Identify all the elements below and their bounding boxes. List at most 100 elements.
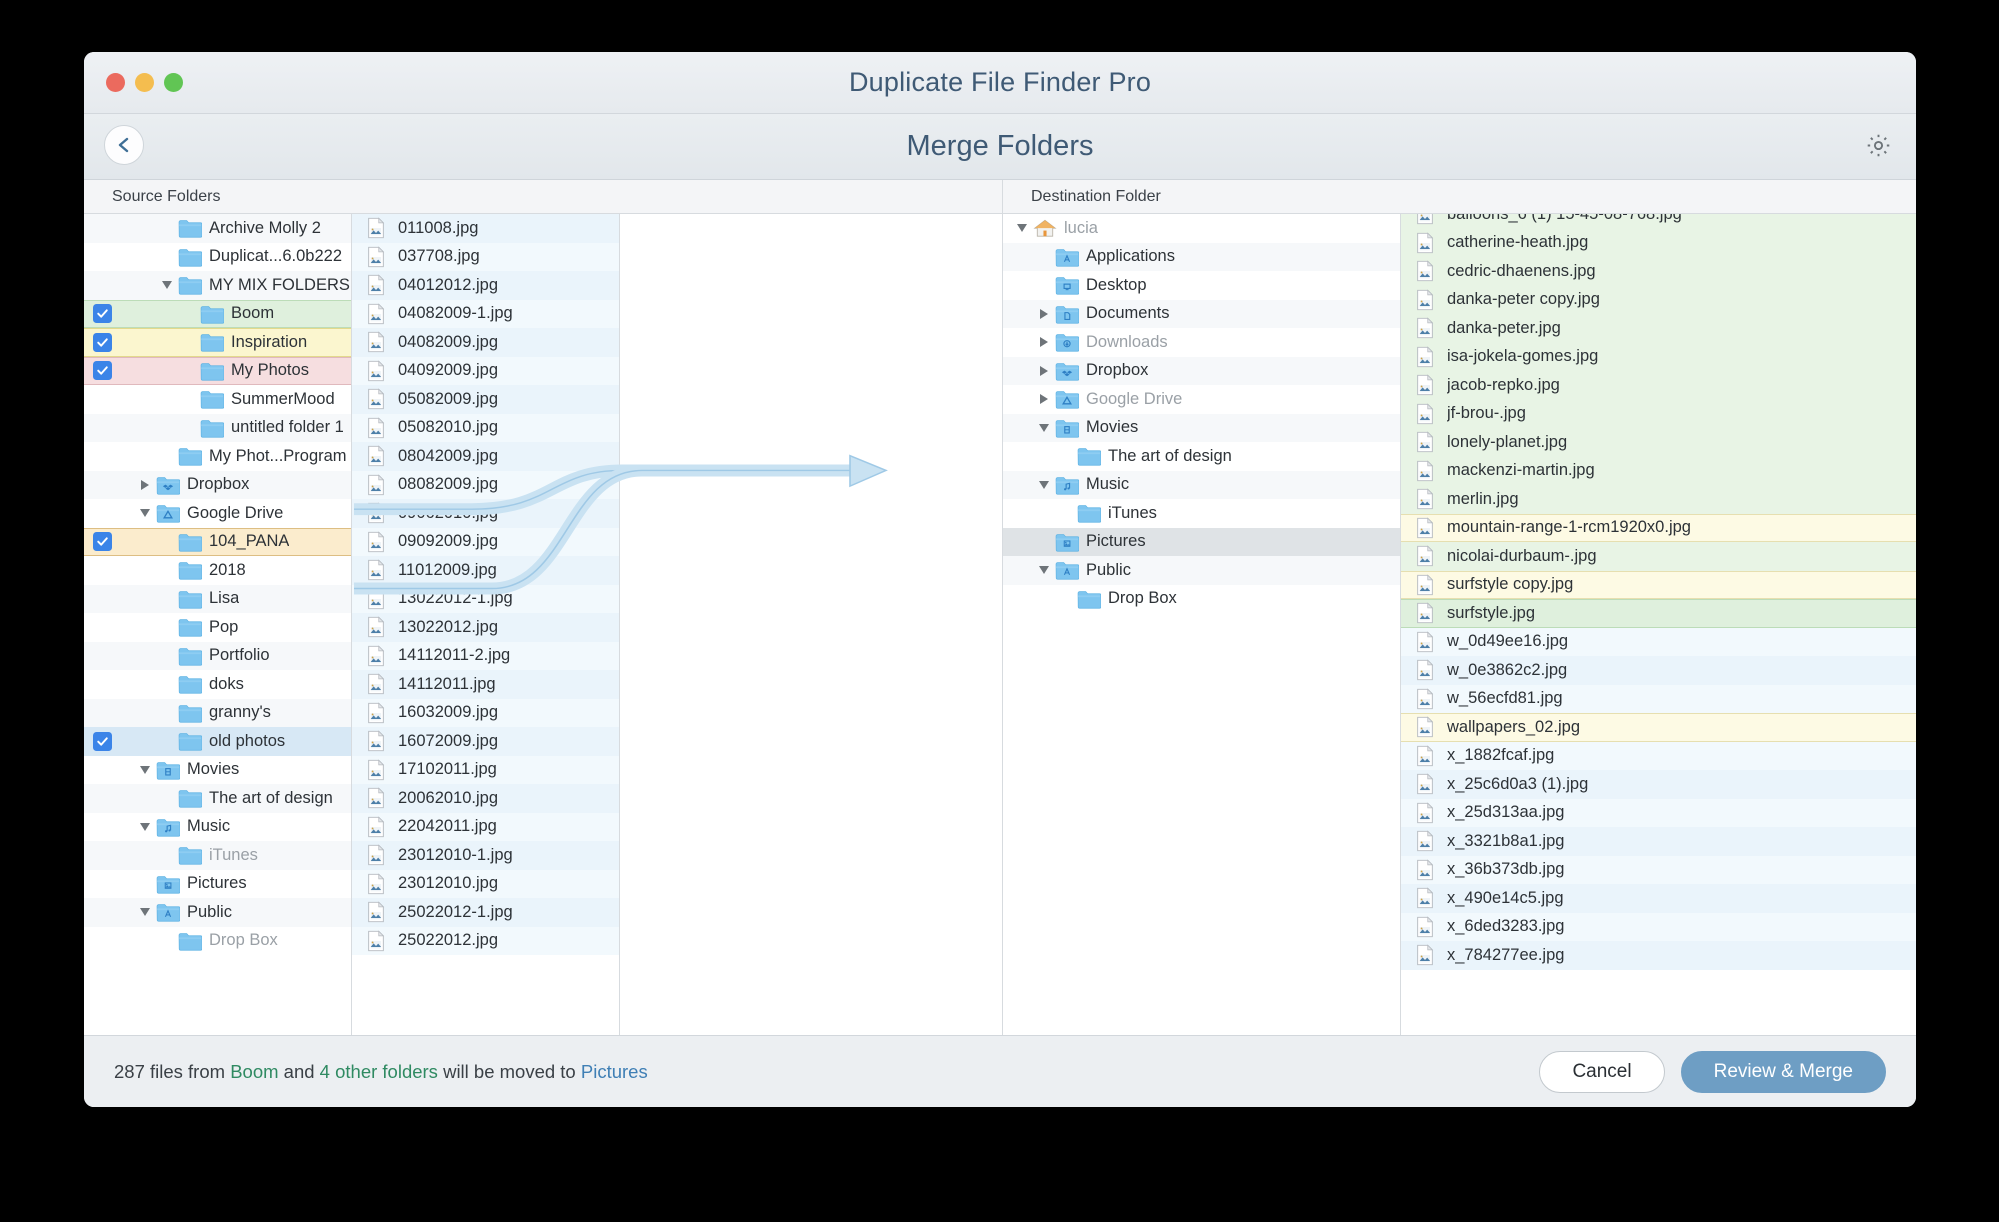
destination-folder-row[interactable]: The art of design — [1003, 442, 1400, 471]
destination-file-row[interactable]: nicolai-durbaum-.jpg — [1401, 542, 1916, 571]
source-file-row[interactable]: 25022012-1.jpg — [352, 898, 619, 927]
source-file-row[interactable]: 14112011-2.jpg — [352, 641, 619, 670]
chevron-right-icon[interactable] — [1033, 394, 1055, 405]
destination-folder-row[interactable]: Drop Box — [1003, 584, 1400, 613]
source-file-row[interactable]: 22042011.jpg — [352, 812, 619, 841]
destination-folder-row[interactable]: lucia — [1003, 214, 1400, 243]
destination-file-row[interactable]: x_490e14c5.jpg — [1401, 884, 1916, 913]
source-folder-row[interactable]: Portfolio — [84, 641, 351, 670]
source-folder-row[interactable]: Inspiration — [84, 328, 351, 357]
source-folder-row[interactable]: Drop Box — [84, 926, 351, 955]
row-checkbox[interactable] — [93, 731, 112, 751]
destination-folder-tree[interactable]: lucia Applications Desktop Documents Downloa… — [1003, 214, 1401, 1035]
source-file-row[interactable]: 16072009.jpg — [352, 727, 619, 756]
chevron-down-icon[interactable] — [1011, 224, 1033, 233]
source-file-row[interactable]: 23012010-1.jpg — [352, 841, 619, 870]
destination-file-row[interactable]: lonely-planet.jpg — [1401, 428, 1916, 457]
source-folder-row[interactable]: The art of design — [84, 784, 351, 813]
source-file-row[interactable]: 011008.jpg — [352, 214, 619, 243]
source-folder-row[interactable]: doks — [84, 670, 351, 699]
destination-file-row[interactable]: catherine-heath.jpg — [1401, 228, 1916, 257]
source-folder-row[interactable]: 104_PANA — [84, 527, 351, 556]
source-folder-row[interactable]: Google Drive — [84, 499, 351, 528]
source-folder-row[interactable]: Lisa — [84, 584, 351, 613]
destination-file-row[interactable]: jf-brou-.jpg — [1401, 399, 1916, 428]
destination-file-row[interactable]: mackenzi-martin.jpg — [1401, 456, 1916, 485]
chevron-down-icon[interactable] — [1033, 566, 1055, 575]
destination-file-row[interactable]: isa-jokela-gomes.jpg — [1401, 342, 1916, 371]
chevron-right-icon[interactable] — [1033, 308, 1055, 319]
source-folder-row[interactable]: My Phot...Program — [84, 442, 351, 471]
source-file-row[interactable]: 13022012-1.jpg — [352, 584, 619, 613]
chevron-right-icon[interactable] — [1033, 365, 1055, 376]
source-file-row[interactable]: 13022012.jpg — [352, 613, 619, 642]
source-file-row[interactable]: 04012012.jpg — [352, 271, 619, 300]
destination-file-row[interactable]: x_784277ee.jpg — [1401, 941, 1916, 970]
source-folder-row[interactable]: old photos — [84, 727, 351, 756]
back-button[interactable] — [104, 125, 144, 165]
destination-folder-row[interactable]: Desktop — [1003, 271, 1400, 300]
destination-file-list[interactable]: balloons_6 (1) 15-45-08-768.jpg catherine… — [1401, 214, 1916, 1035]
destination-file-row[interactable]: w_56ecfd81.jpg — [1401, 684, 1916, 713]
close-button[interactable] — [106, 73, 125, 92]
destination-file-row[interactable]: surfstyle.jpg — [1401, 599, 1916, 628]
chevron-down-icon[interactable] — [134, 765, 156, 774]
chevron-down-icon[interactable] — [134, 908, 156, 917]
source-file-row[interactable]: 17102011.jpg — [352, 755, 619, 784]
source-file-row[interactable]: 23012010.jpg — [352, 869, 619, 898]
destination-file-row[interactable]: danka-peter.jpg — [1401, 314, 1916, 343]
destination-file-row[interactable]: x_6ded3283.jpg — [1401, 912, 1916, 941]
destination-file-row[interactable]: x_25c6d0a3 (1).jpg — [1401, 770, 1916, 799]
destination-file-row[interactable]: mountain-range-1-rcm1920x0.jpg — [1401, 513, 1916, 542]
source-folder-row[interactable]: Music — [84, 812, 351, 841]
source-file-row[interactable]: 11012009.jpg — [352, 556, 619, 585]
destination-folder-row[interactable]: Downloads — [1003, 328, 1400, 357]
destination-file-row[interactable]: jacob-repko.jpg — [1401, 371, 1916, 400]
destination-file-row[interactable]: danka-peter copy.jpg — [1401, 285, 1916, 314]
destination-file-row[interactable]: x_36b373db.jpg — [1401, 855, 1916, 884]
source-file-row[interactable]: 04082009.jpg — [352, 328, 619, 357]
source-file-row[interactable]: 20062010.jpg — [352, 784, 619, 813]
source-file-row[interactable]: 08042009.jpg — [352, 442, 619, 471]
source-file-row[interactable]: 05082009.jpg — [352, 385, 619, 414]
source-folder-row[interactable]: Pictures — [84, 869, 351, 898]
row-checkbox[interactable] — [93, 332, 112, 352]
destination-folder-row[interactable]: Dropbox — [1003, 356, 1400, 385]
source-folder-row[interactable]: untitled folder 1 — [84, 413, 351, 442]
row-checkbox[interactable] — [93, 304, 112, 324]
destination-folder-row[interactable]: iTunes — [1003, 499, 1400, 528]
source-folder-row[interactable]: 2018 — [84, 556, 351, 585]
destination-file-row[interactable]: surfstyle copy.jpg — [1401, 570, 1916, 599]
destination-folder-row[interactable]: Public — [1003, 556, 1400, 585]
source-file-row[interactable]: 09092009.jpg — [352, 527, 619, 556]
destination-file-row[interactable]: w_0e3862c2.jpg — [1401, 656, 1916, 685]
settings-button[interactable] — [1865, 132, 1892, 164]
source-folder-row[interactable]: Movies — [84, 755, 351, 784]
destination-folder-row[interactable]: Music — [1003, 470, 1400, 499]
source-folder-row[interactable]: iTunes — [84, 841, 351, 870]
source-file-row[interactable]: 09062010.jpg — [352, 499, 619, 528]
source-file-row[interactable]: 05082010.jpg — [352, 413, 619, 442]
source-file-row[interactable]: 04092009.jpg — [352, 356, 619, 385]
destination-file-row[interactable]: x_25d313aa.jpg — [1401, 798, 1916, 827]
source-file-row[interactable]: 04082009-1.jpg — [352, 299, 619, 328]
source-file-row[interactable]: 037708.jpg — [352, 242, 619, 271]
review-and-merge-button[interactable]: Review & Merge — [1680, 1050, 1886, 1093]
source-folder-tree[interactable]: Archive Molly 2 Duplicat...6.0b222 MY MIX … — [84, 214, 352, 1035]
source-folder-row[interactable]: Archive Molly 2 — [84, 214, 351, 243]
chevron-down-icon[interactable] — [1033, 480, 1055, 489]
source-file-row[interactable]: 25022012.jpg — [352, 926, 619, 955]
source-folder-row[interactable]: MY MIX FOLDERS — [84, 271, 351, 300]
destination-folder-row[interactable]: Movies — [1003, 413, 1400, 442]
destination-folder-row[interactable]: Documents — [1003, 299, 1400, 328]
row-checkbox[interactable] — [93, 532, 112, 552]
row-checkbox[interactable] — [93, 361, 112, 381]
chevron-down-icon[interactable] — [156, 281, 178, 290]
source-file-row[interactable]: 08082009.jpg — [352, 470, 619, 499]
chevron-right-icon[interactable] — [134, 479, 156, 490]
destination-file-row[interactable]: merlin.jpg — [1401, 485, 1916, 514]
source-folder-row[interactable]: Duplicat...6.0b222 — [84, 242, 351, 271]
source-folder-row[interactable]: Public — [84, 898, 351, 927]
chevron-down-icon[interactable] — [1033, 423, 1055, 432]
cancel-button[interactable]: Cancel — [1539, 1050, 1665, 1093]
